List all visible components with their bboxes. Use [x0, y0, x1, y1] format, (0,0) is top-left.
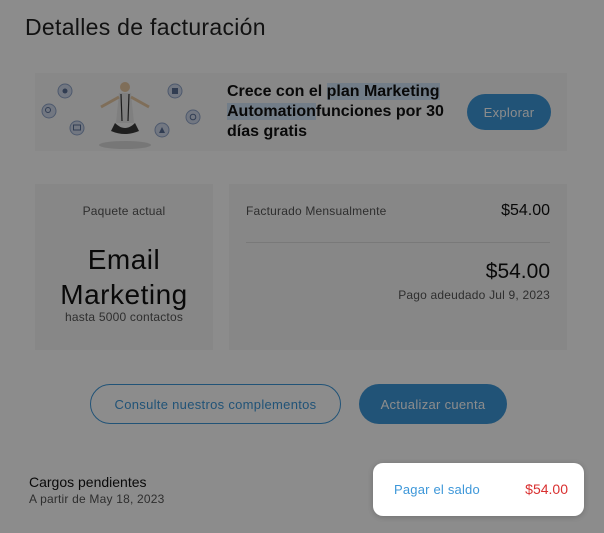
- promo-banner: Crece con el plan Marketing Automationfu…: [35, 73, 567, 151]
- billing-due-date: Pago adeudado Jul 9, 2023: [398, 288, 550, 302]
- billing-summary-card: Facturado Mensualmente $54.00 $54.00 Pag…: [229, 184, 567, 350]
- package-subtitle: hasta 5000 contactos: [64, 310, 184, 324]
- pay-balance-link[interactable]: Pagar el saldo: [394, 482, 480, 497]
- current-package-card: Paquete actual Email Marketing hasta 500…: [35, 184, 213, 350]
- promo-text-highlight-2: Automation: [227, 103, 316, 120]
- explore-button[interactable]: Explorar: [467, 94, 551, 130]
- billing-frequency-amount: $54.00: [501, 202, 550, 219]
- current-package-label: Paquete actual: [82, 204, 166, 218]
- mail-icon: [69, 120, 85, 136]
- calendar-icon: [167, 83, 183, 99]
- package-name: Email Marketing: [60, 244, 188, 310]
- settings-icon: [57, 83, 73, 99]
- promo-illustration: [41, 82, 201, 149]
- promo-text-a: Crece con el: [227, 83, 327, 100]
- chart-icon: [154, 122, 170, 138]
- promo-text: Crece con el plan Marketing Automationfu…: [227, 82, 462, 142]
- update-account-button[interactable]: Actualizar cuenta: [359, 384, 507, 424]
- pending-charges-date: A partir de May 18, 2023: [29, 492, 165, 506]
- billing-divider: [246, 242, 550, 243]
- view-addons-button[interactable]: Consulte nuestros complementos: [90, 384, 341, 424]
- billing-frequency-label: Facturado Mensualmente: [246, 204, 387, 218]
- billing-total-amount: $54.00: [485, 260, 550, 283]
- page-title: Detalles de facturación: [25, 14, 266, 40]
- pay-balance-amount: $54.00: [525, 481, 568, 497]
- refresh-icon: [185, 109, 201, 125]
- pending-charges-title: Cargos pendientes: [29, 474, 147, 490]
- search-icon: [41, 103, 57, 119]
- pay-balance-highlight: Pagar el saldo $54.00: [373, 463, 584, 516]
- promo-text-highlight-1: plan Marketing: [326, 83, 440, 100]
